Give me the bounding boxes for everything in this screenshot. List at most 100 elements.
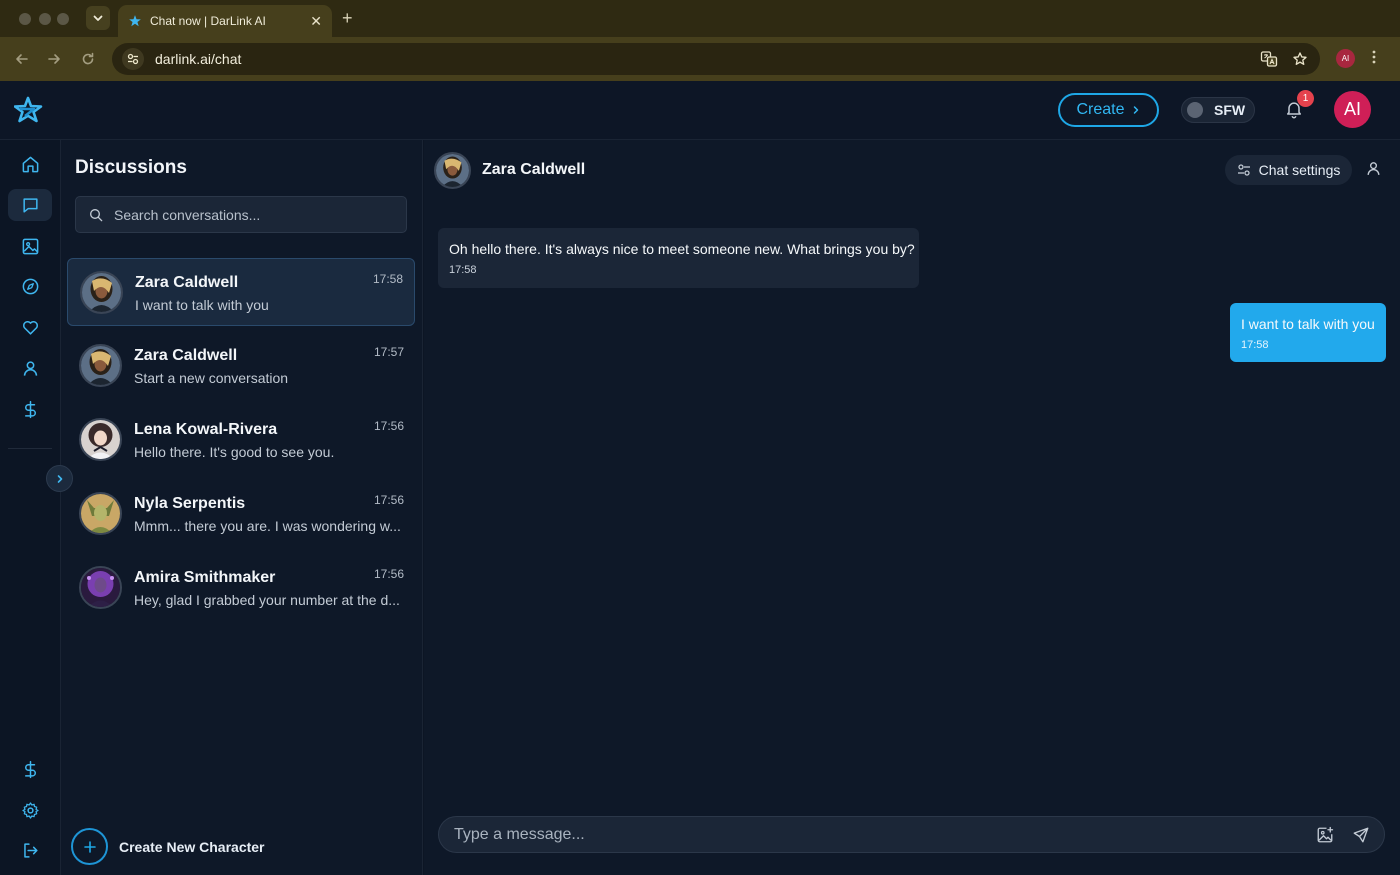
bookmark-star-icon[interactable] — [1292, 51, 1308, 67]
chevron-down-icon — [93, 15, 103, 21]
character-message-bubble: Oh hello there. It's always nice to meet… — [438, 228, 919, 288]
discussions-title: Discussions — [75, 157, 187, 178]
reload-button[interactable] — [79, 50, 97, 68]
conversation-time: 17:58 — [372, 272, 403, 286]
window-minimize-button[interactable] — [39, 13, 51, 25]
discussions-panel: Discussions Zara Caldwell I want to talk… — [61, 140, 423, 875]
nav-settings[interactable] — [8, 794, 52, 826]
nav-explore[interactable] — [8, 270, 52, 302]
nav-chat[interactable] — [8, 189, 52, 221]
nav-profile[interactable] — [8, 352, 52, 384]
conversation-item[interactable]: Lena Kowal-Rivera Hello there. It's good… — [67, 406, 415, 474]
nav-gallery[interactable] — [8, 230, 52, 262]
conversation-item[interactable]: Zara Caldwell Start a new conversation 1… — [67, 332, 415, 400]
chat-settings-button[interactable]: Chat settings — [1225, 155, 1352, 185]
nav-favorites[interactable] — [8, 311, 52, 343]
browser-profile-avatar[interactable]: AI — [1336, 49, 1355, 68]
chevron-right-icon — [1133, 106, 1138, 114]
character-avatar — [79, 492, 122, 535]
conversation-name: Lena Kowal-Rivera — [134, 421, 278, 438]
character-profile-button[interactable] — [1365, 160, 1382, 177]
conversation-preview: Hey, glad I grabbed your number at the d… — [134, 592, 400, 608]
tab-close-icon[interactable]: ✕ — [310, 13, 322, 30]
conversation-preview: Mmm... there you are. I was wondering w.… — [134, 518, 401, 534]
reload-icon — [82, 52, 94, 65]
sliders-icon — [1237, 164, 1250, 176]
expand-sidebar-button[interactable] — [46, 465, 73, 492]
plus-icon — [83, 840, 96, 853]
arrow-left-icon — [16, 54, 28, 64]
nav-pricing[interactable] — [8, 393, 52, 425]
chat-character-avatar[interactable] — [434, 152, 471, 189]
browser-toolbar: darlink.ai/chat AI — [0, 37, 1400, 81]
conversation-name: Zara Caldwell — [135, 274, 239, 291]
logout-icon — [23, 842, 38, 858]
conversation-item[interactable]: Nyla Serpentis Mmm... there you are. I w… — [67, 480, 415, 548]
user-icon — [1367, 162, 1380, 175]
darlink-logo-icon — [14, 96, 43, 123]
create-character-label[interactable]: Create New Character — [119, 839, 265, 855]
message-composer — [438, 816, 1385, 853]
character-avatar — [79, 418, 122, 461]
nav-home[interactable] — [8, 148, 52, 180]
create-character[interactable]: Create New Character — [71, 828, 265, 865]
message-text: Oh hello there. It's always nice to meet… — [449, 241, 915, 257]
darlink-favicon-icon — [129, 15, 141, 27]
app-header: Create SFW 1 AI — [0, 81, 1400, 140]
dollar-icon — [24, 400, 36, 418]
new-tab-button[interactable]: + — [342, 9, 353, 27]
browser-tab[interactable]: Chat now | DarLink AI ✕ — [118, 5, 332, 37]
message-input[interactable] — [454, 825, 1294, 844]
sfw-label: SFW — [1214, 102, 1246, 118]
user-avatar[interactable]: AI — [1334, 91, 1371, 128]
more-vertical-icon — [1372, 50, 1376, 64]
browser-menu-button[interactable] — [1372, 50, 1376, 64]
message-text: I want to talk with you — [1241, 316, 1375, 332]
nav-rail — [0, 140, 61, 875]
sfw-toggle[interactable]: SFW — [1181, 97, 1255, 123]
message-time: 17:58 — [449, 264, 477, 276]
conversation-time: 17:56 — [373, 419, 404, 433]
translate-icon[interactable] — [1260, 50, 1278, 68]
heart-icon — [22, 320, 38, 335]
conversation-preview: I want to talk with you — [135, 297, 269, 313]
create-character-button[interactable] — [71, 828, 108, 865]
create-button[interactable]: Create — [1058, 93, 1159, 127]
chat-bubble-icon — [22, 197, 38, 213]
character-avatar — [79, 344, 122, 387]
tab-title: Chat now | DarLink AI — [150, 14, 266, 28]
chat-panel: Zara Caldwell Chat settings Oh hello the… — [424, 140, 1400, 875]
send-button[interactable] — [1352, 826, 1370, 844]
nav-logout[interactable] — [8, 834, 52, 866]
chevron-right-icon — [57, 474, 62, 483]
tune-icon — [127, 53, 139, 65]
attach-image-button[interactable] — [1316, 826, 1334, 844]
address-bar[interactable]: darlink.ai/chat — [112, 43, 1320, 75]
conversation-preview: Start a new conversation — [134, 370, 289, 386]
conversation-item[interactable]: Amira Smithmaker Hey, glad I grabbed you… — [67, 554, 415, 622]
chat-character-name[interactable]: Zara Caldwell — [482, 161, 585, 179]
chat-settings-label: Chat settings — [1258, 162, 1341, 178]
window-maximize-button[interactable] — [57, 13, 69, 25]
user-message-bubble: I want to talk with you 17:58 — [1230, 303, 1386, 362]
conversation-item[interactable]: Zara Caldwell I want to talk with you 17… — [67, 258, 415, 326]
conversation-preview: Hello there. It's good to see you. — [134, 444, 335, 460]
conversation-name: Zara Caldwell — [134, 347, 238, 364]
conversation-time: 17:57 — [373, 345, 404, 359]
nav-subscription[interactable] — [8, 753, 52, 785]
window-close-button[interactable] — [19, 13, 31, 25]
nav-divider — [8, 448, 52, 449]
darlink-logo[interactable] — [14, 96, 44, 124]
home-icon — [22, 156, 38, 172]
forward-button[interactable] — [45, 50, 63, 68]
search-box[interactable] — [75, 196, 407, 233]
url-text[interactable]: darlink.ai/chat — [155, 51, 241, 67]
search-icon — [90, 208, 103, 221]
back-button[interactable] — [13, 50, 31, 68]
conversation-name: Nyla Serpentis — [134, 495, 246, 512]
notification-badge: 1 — [1297, 90, 1314, 107]
sfw-toggle-knob — [1187, 102, 1203, 118]
site-info-button[interactable] — [122, 48, 144, 70]
search-input[interactable] — [114, 206, 394, 223]
tab-search-button[interactable] — [86, 6, 110, 30]
